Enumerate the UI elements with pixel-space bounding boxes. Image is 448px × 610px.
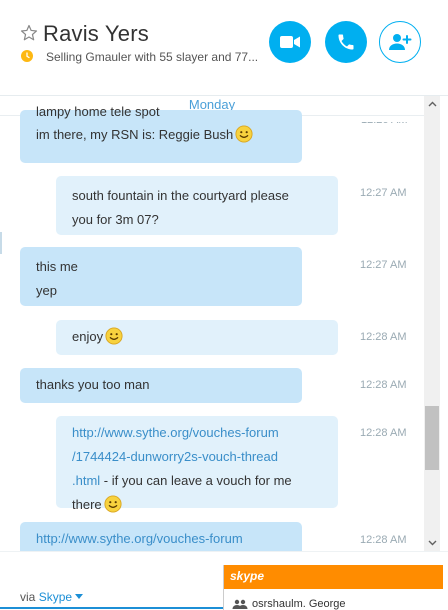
message-bubble[interactable]: http://www.sythe.org/vouches-forum: [20, 522, 302, 551]
chevron-up-icon: [428, 101, 436, 107]
message-history[interactable]: Monday lampy home tele spot im there, my…: [0, 96, 424, 551]
message-bubble[interactable]: lampy home tele spot im there, my RSN is…: [20, 104, 302, 163]
mood-message: Selling Gmauler with 55 slayer and 77...: [46, 50, 259, 64]
message-text: south fountain in the courtyard please: [72, 188, 289, 203]
skype-notification-popup[interactable]: skype osrshaulm. George: [223, 565, 443, 610]
input-focus-line: [0, 607, 224, 609]
message-link[interactable]: /1744424-dunworry2s-vouch-thread: [72, 445, 322, 469]
message-bubble[interactable]: this me yep: [20, 247, 302, 306]
favorite-star-icon[interactable]: [20, 24, 38, 42]
message-timestamp: 12:28 AM: [360, 331, 407, 343]
message-bubble[interactable]: http://www.sythe.org/vouches-forum /1744…: [56, 416, 338, 513]
chat-scrollbar[interactable]: [424, 96, 440, 551]
phone-icon: [338, 34, 354, 50]
audio-call-button[interactable]: [325, 21, 367, 63]
add-contact-icon: [389, 34, 412, 50]
message-text: lampy home tele spot: [36, 104, 160, 119]
notification-text: osrshaulm. George: [252, 598, 346, 610]
message-bubble[interactable]: enjoy: [56, 320, 338, 355]
message-link[interactable]: http://www.sythe.org/vouches-forum: [72, 421, 322, 445]
dropdown-caret-icon: [75, 594, 84, 599]
group-icon: [232, 599, 248, 609]
message-link[interactable]: http://www.sythe.org/vouches-forum: [36, 531, 243, 546]
window-edge-marker: [0, 232, 2, 254]
message-text: you for 3m 07?: [72, 212, 159, 227]
message-text: im there, my RSN is: Reggie Bush: [36, 127, 234, 142]
via-label: via: [20, 590, 36, 604]
message-text: enjoy: [72, 329, 104, 344]
message-text: thanks you too man: [36, 377, 150, 392]
send-via-selector[interactable]: via Skype: [20, 590, 84, 604]
message-text: - if you can leave a vouch for me: [100, 473, 292, 488]
smile-emoticon-icon: [235, 125, 253, 143]
message-timestamp: 12:28 AM: [360, 534, 407, 546]
message-link[interactable]: .html: [72, 473, 100, 488]
message-timestamp: 12:28 AM: [360, 427, 407, 439]
scroll-down-button[interactable]: [424, 535, 440, 551]
contact-name[interactable]: Ravis Yers: [43, 21, 149, 47]
video-camera-icon: [280, 36, 300, 48]
service-label[interactable]: Skype: [39, 590, 72, 604]
notification-header: skype: [224, 565, 443, 589]
message-text: there: [72, 497, 102, 512]
video-call-button[interactable]: [269, 21, 311, 63]
away-status-icon: [21, 50, 33, 62]
chevron-down-icon: [428, 540, 436, 546]
scrollbar-thumb[interactable]: [425, 406, 439, 470]
smile-emoticon-icon: [104, 495, 122, 513]
message-timestamp: 12:28 AM: [360, 379, 407, 391]
skype-logo: skype: [230, 569, 265, 583]
skype-chat-window: Ravis Yers Selling Gmauler with 55 slaye…: [0, 0, 448, 610]
message-timestamp: 12:27 AM: [360, 259, 407, 271]
message-text: this me: [36, 259, 78, 274]
smile-emoticon-icon: [105, 327, 123, 345]
add-people-button[interactable]: [379, 21, 421, 63]
message-bubble[interactable]: south fountain in the courtyard please y…: [56, 176, 338, 235]
message-timestamp: 12:27 AM: [360, 187, 407, 199]
message-bubble[interactable]: thanks you too man: [20, 368, 302, 403]
message-text: yep: [36, 283, 57, 298]
conversation-header: Ravis Yers Selling Gmauler with 55 slaye…: [0, 0, 448, 96]
scroll-up-button[interactable]: [424, 96, 440, 112]
